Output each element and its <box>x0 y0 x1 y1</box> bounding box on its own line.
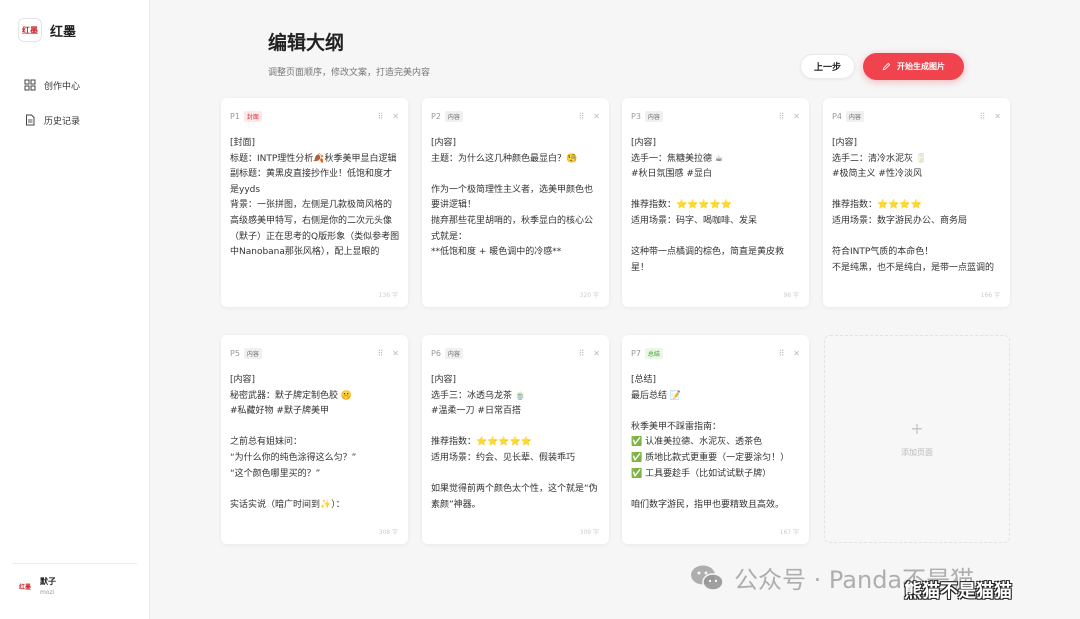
card-text: [内容] 选手一：焦糖美拉德 ☕ #秋日氛围感 #显白 推荐指数：⭐⭐⭐⭐⭐ 适… <box>631 138 785 273</box>
card-page-number: P5 <box>230 348 240 358</box>
char-count: 320 字 <box>579 292 599 299</box>
char-count: 309 字 <box>579 529 599 536</box>
card-page-number: P1 <box>230 111 240 121</box>
content-badge: 内容 <box>444 110 463 122</box>
avatar: 红墨 <box>18 583 31 591</box>
sidebar-nav: 创作中心 历史记录 <box>0 72 150 142</box>
wechat-icon <box>691 565 724 591</box>
summary-badge: 总结 <box>644 347 663 359</box>
prev-step-button[interactable]: 上一步 <box>800 54 855 79</box>
close-icon[interactable]: ✕ <box>392 112 399 121</box>
drag-handle-icon[interactable]: ⠿ <box>578 112 584 121</box>
plus-icon: + <box>910 418 924 438</box>
brand-logo: 红墨 <box>18 18 42 42</box>
sidebar-item-history[interactable]: 历史记录 <box>0 107 150 133</box>
card-page-number: P4 <box>832 111 842 121</box>
card-text-editor[interactable]: [内容] 选手二：清冷水泥灰 🥛 #极简主义 #性冷淡风 推荐指数：⭐⭐⭐⭐ 适… <box>832 136 1002 278</box>
content-badge: 内容 <box>243 347 262 359</box>
drag-handle-icon[interactable]: ⠿ <box>778 112 784 121</box>
brand-name: 红墨 <box>50 24 77 40</box>
sidebar-item-label: 创作中心 <box>44 81 81 92</box>
document-icon <box>26 114 35 126</box>
char-count: 308 字 <box>378 529 398 536</box>
drag-handle-icon[interactable]: ⠿ <box>578 349 584 358</box>
card-text: [封面] 标题：INTP理性分析🍂秋季美甲显白逻辑 副标题：黄黑皮直接抄作业！低… <box>230 138 400 258</box>
sidebar-item-label: 历史记录 <box>44 116 81 127</box>
card-text: [内容] 选手三：冰透乌龙茶 🍵 #温柔一刀 #日常百搭 推荐指数：⭐⭐⭐⭐⭐ … <box>431 375 598 510</box>
content-badge: 内容 <box>444 347 463 359</box>
user-name: 默子 <box>40 577 56 586</box>
brand[interactable]: 红墨 红墨 <box>18 18 76 42</box>
sidebar-divider <box>12 563 137 564</box>
drag-handle-icon[interactable]: ⠿ <box>377 349 383 358</box>
content-badge: 内容 <box>845 110 864 122</box>
grid-icon <box>24 79 36 91</box>
card-page-number: P7 <box>631 348 641 358</box>
outline-card-p3[interactable]: P3 内容 ⠿ ✕ [内容] 选手一：焦糖美拉德 ☕ #秋日氛围感 #显白 推荐… <box>622 98 809 307</box>
card-text: [内容] 秘密武器：默子牌定制色胶 🤫 #私藏好物 #默子牌美甲 之前总有姐妹问… <box>230 375 357 510</box>
user-profile[interactable]: 红墨 默子 mozi <box>16 576 56 596</box>
close-icon[interactable]: ✕ <box>593 112 600 121</box>
cover-badge: 封面 <box>243 110 262 122</box>
card-text-editor[interactable]: [内容] 秘密武器：默子牌定制色胶 🤫 #私藏好物 #默子牌美甲 之前总有姐妹问… <box>230 373 400 515</box>
page-title: 编辑大纲 <box>268 32 345 54</box>
content-badge: 内容 <box>644 110 663 122</box>
card-text-editor[interactable]: [内容] 选手一：焦糖美拉德 ☕ #秋日氛围感 #显白 推荐指数：⭐⭐⭐⭐⭐ 适… <box>631 136 801 278</box>
close-icon[interactable]: ✕ <box>793 349 800 358</box>
card-text-editor[interactable]: [总结] 最后总结 📝 秋季美甲不踩雷指南： ✅ 认准美拉德、水泥灰、透茶色 ✅… <box>631 373 801 515</box>
add-page-button[interactable]: + 添加页面 <box>824 335 1010 543</box>
pen-icon <box>882 62 891 71</box>
sidebar: 红墨 红墨 创作中心 历史记录 红墨 默子 mozi <box>0 0 150 619</box>
generate-images-label: 开始生成图片 <box>897 62 945 71</box>
char-count: 98 字 <box>783 292 799 299</box>
card-text: [总结] 最后总结 📝 秋季美甲不踩雷指南： ✅ 认准美拉德、水泥灰、透茶色 ✅… <box>631 375 790 510</box>
char-count: 136 字 <box>378 292 398 299</box>
outline-card-p7[interactable]: P7 总结 ⠿ ✕ [总结] 最后总结 📝 秋季美甲不踩雷指南： ✅ 认准美拉德… <box>622 335 809 544</box>
outline-card-p5[interactable]: P5 内容 ⠿ ✕ [内容] 秘密武器：默子牌定制色胶 🤫 #私藏好物 #默子牌… <box>221 335 408 544</box>
card-text-editor[interactable]: [内容] 主题：为什么这几种颜色最显白？🧐 作为一个极简理性主义者，选美甲颜色也… <box>431 136 601 278</box>
generate-images-button[interactable]: 开始生成图片 <box>863 53 964 80</box>
card-text: [内容] 选手二：清冷水泥灰 🥛 #极简主义 #性冷淡风 推荐指数：⭐⭐⭐⭐ 适… <box>832 138 995 273</box>
add-page-label: 添加页面 <box>901 447 933 457</box>
card-page-number: P2 <box>431 111 441 121</box>
close-icon[interactable]: ✕ <box>392 349 399 358</box>
drag-handle-icon[interactable]: ⠿ <box>979 112 985 121</box>
outline-card-p2[interactable]: P2 内容 ⠿ ✕ [内容] 主题：为什么这几种颜色最显白？🧐 作为一个极简理性… <box>422 98 609 307</box>
card-page-number: P6 <box>431 348 441 358</box>
sidebar-item-create-center[interactable]: 创作中心 <box>0 72 150 98</box>
outline-card-p4[interactable]: P4 内容 ⠿ ✕ [内容] 选手二：清冷水泥灰 🥛 #极简主义 #性冷淡风 推… <box>823 98 1010 307</box>
close-icon[interactable]: ✕ <box>793 112 800 121</box>
char-count: 167 字 <box>779 529 799 536</box>
close-icon[interactable]: ✕ <box>994 112 1001 121</box>
drag-handle-icon[interactable]: ⠿ <box>377 112 383 121</box>
char-count: 166 字 <box>980 292 1000 299</box>
card-page-number: P3 <box>631 111 641 121</box>
card-text-editor[interactable]: [内容] 选手三：冰透乌龙茶 🍵 #温柔一刀 #日常百搭 推荐指数：⭐⭐⭐⭐⭐ … <box>431 373 601 515</box>
close-icon[interactable]: ✕ <box>593 349 600 358</box>
outline-card-p6[interactable]: P6 内容 ⠿ ✕ [内容] 选手三：冰透乌龙茶 🍵 #温柔一刀 #日常百搭 推… <box>422 335 609 544</box>
outline-card-p1[interactable]: P1 封面 ⠿ ✕ [封面] 标题：INTP理性分析🍂秋季美甲显白逻辑 副标题：… <box>221 98 408 307</box>
drag-handle-icon[interactable]: ⠿ <box>778 349 784 358</box>
user-id: mozi <box>40 589 55 596</box>
card-text-editor[interactable]: [封面] 标题：INTP理性分析🍂秋季美甲显白逻辑 副标题：黄黑皮直接抄作业！低… <box>230 136 400 278</box>
page-subtitle: 调整页面顺序，修改文案，打造完美内容 <box>268 68 431 78</box>
watermark-subtext: 熊猫不是猫猫 <box>904 581 1012 602</box>
card-text: [内容] 主题：为什么这几种颜色最显白？🧐 作为一个极简理性主义者，选美甲颜色也… <box>431 138 594 258</box>
